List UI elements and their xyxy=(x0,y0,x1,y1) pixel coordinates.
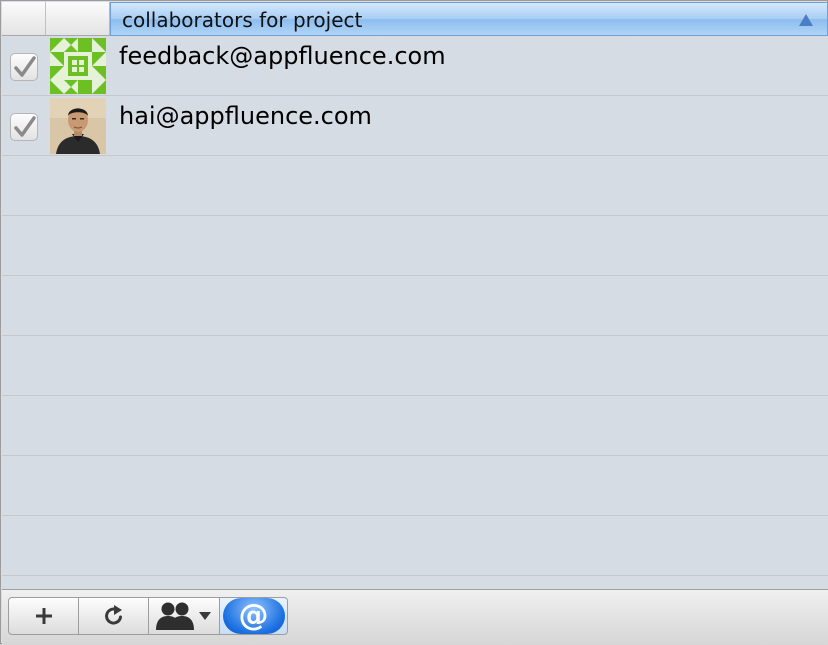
plus-icon xyxy=(35,608,52,624)
empty-row xyxy=(2,456,828,516)
table-header: collaborators for project xyxy=(2,2,828,36)
email-invite-button[interactable]: @ xyxy=(219,597,288,635)
collaborator-email: hai@appfluence.com xyxy=(119,102,372,130)
collaborator-checkbox[interactable] xyxy=(10,113,38,141)
collaborator-email: feedback@appfluence.com xyxy=(119,42,446,70)
person-photo-icon xyxy=(50,98,106,154)
checkbox-column-header[interactable] xyxy=(2,2,46,36)
column-title: collaborators for project xyxy=(122,8,363,32)
empty-row xyxy=(2,156,828,216)
refresh-button[interactable] xyxy=(78,597,149,635)
collaborators-panel: collaborators for project feedback@appfl… xyxy=(0,0,828,645)
identicon-avatar xyxy=(50,38,106,94)
avatar-column-header[interactable] xyxy=(46,2,110,36)
check-icon xyxy=(14,56,36,77)
empty-row xyxy=(2,516,828,576)
empty-row xyxy=(2,216,828,276)
group-dropdown-icon xyxy=(156,602,211,630)
collaborators-list: feedback@appfluence.com hai@appfluence.c… xyxy=(2,36,828,589)
at-sign-icon: @ xyxy=(222,598,285,634)
collaborator-row[interactable]: feedback@appfluence.com xyxy=(2,36,828,96)
groups-dropdown-button[interactable] xyxy=(148,597,220,635)
empty-row xyxy=(2,276,828,336)
green-identicon-icon xyxy=(50,38,106,94)
add-collaborator-button[interactable] xyxy=(8,597,79,635)
check-icon xyxy=(14,116,36,137)
refresh-icon xyxy=(104,605,122,625)
collaborator-row[interactable]: hai@appfluence.com xyxy=(2,96,828,156)
sort-ascending-icon xyxy=(799,14,813,26)
collaborators-column-header[interactable]: collaborators for project xyxy=(110,2,828,36)
empty-row xyxy=(2,336,828,396)
bottom-toolbar: @ xyxy=(2,589,828,645)
photo-avatar xyxy=(50,98,106,154)
empty-row xyxy=(2,396,828,456)
collaborator-checkbox[interactable] xyxy=(10,53,38,81)
